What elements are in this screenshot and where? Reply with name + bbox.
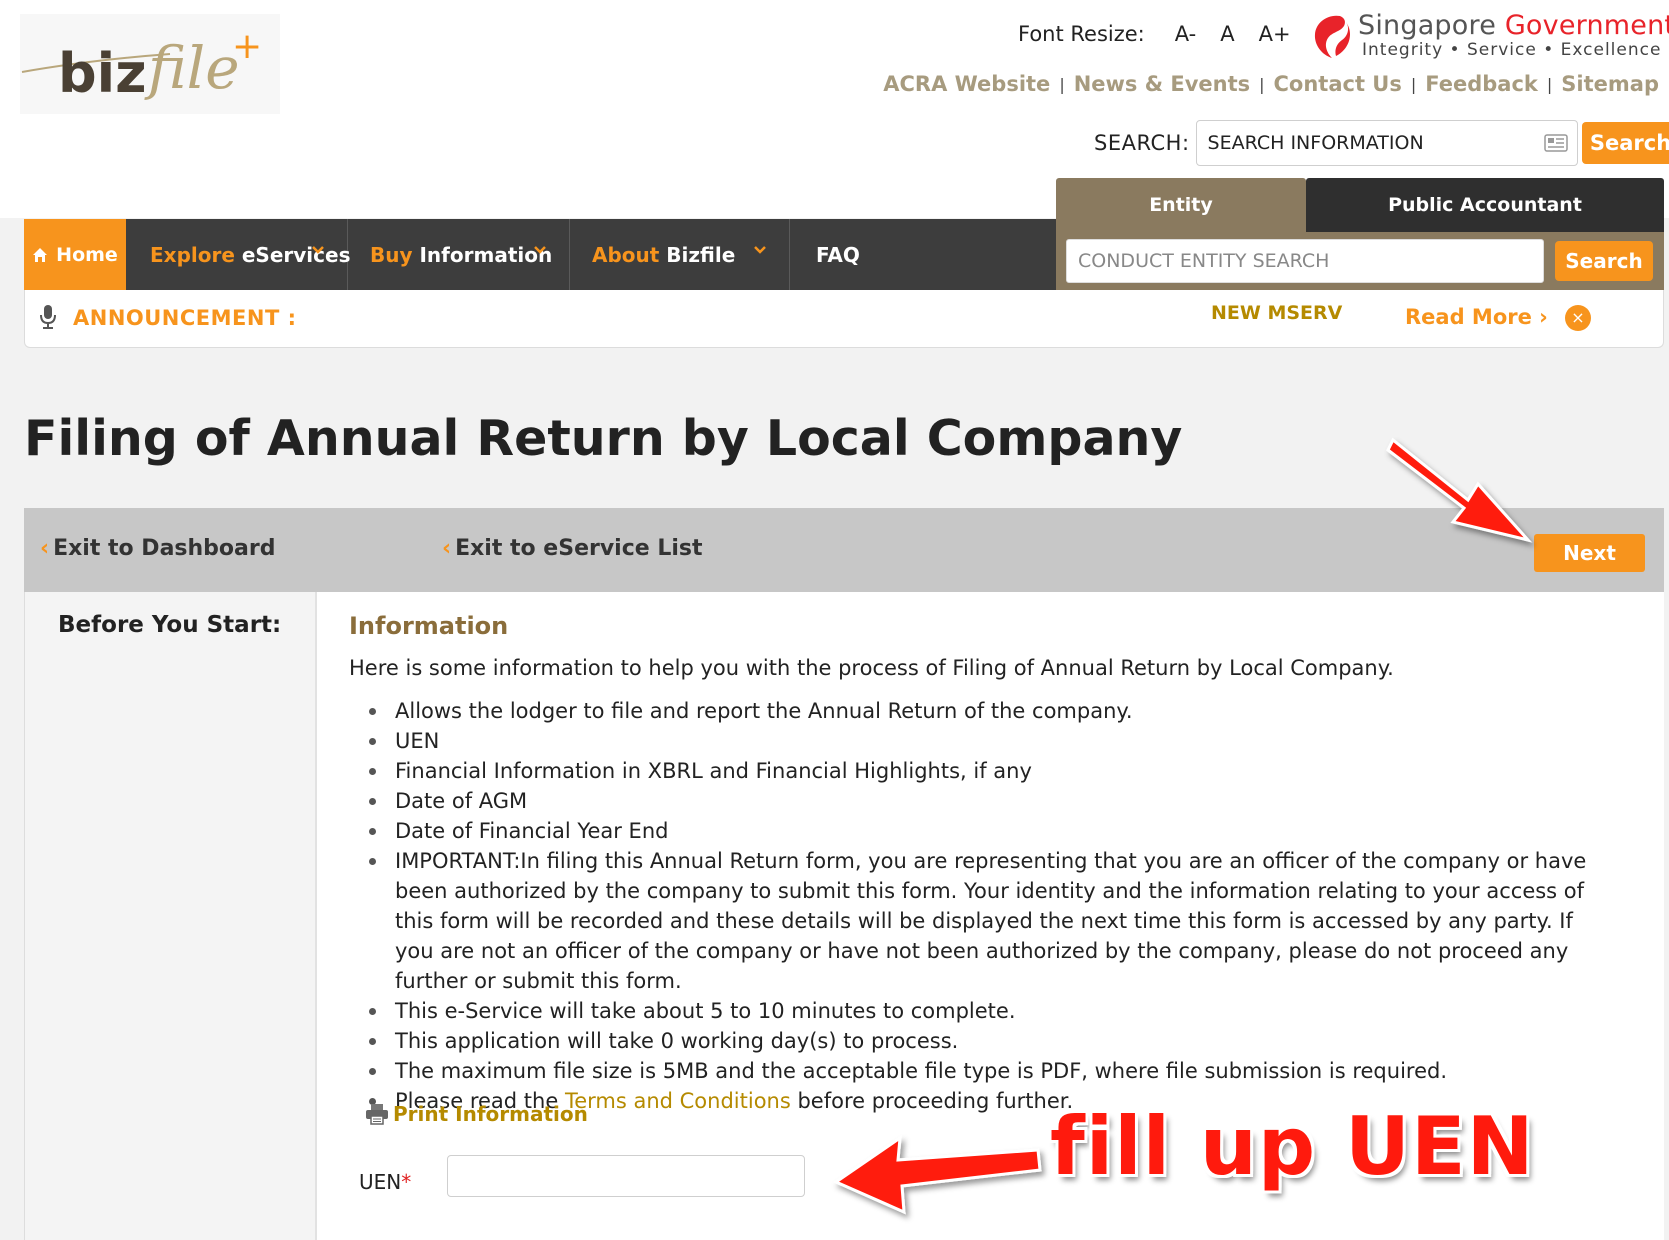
microphone-icon bbox=[40, 305, 56, 329]
uen-label: UEN* bbox=[359, 1170, 411, 1194]
acra-website-link[interactable]: ACRA Website bbox=[883, 72, 1050, 96]
exit-dashboard-label: Exit to Dashboard bbox=[53, 536, 276, 561]
nav-explore-rest: eServices bbox=[234, 242, 351, 267]
sitemap-link[interactable]: Sitemap bbox=[1561, 72, 1659, 96]
chevron-left-icon: ‹ bbox=[40, 536, 50, 561]
nav-faq-label: FAQ bbox=[816, 242, 860, 267]
announcement-text: NEW MSERV bbox=[1211, 302, 1343, 324]
list-item: Financial Information in XBRL and Financ… bbox=[369, 756, 1590, 786]
sidebar-title: Before You Start: bbox=[58, 612, 282, 638]
nav-buy-rest: Information bbox=[412, 242, 553, 267]
home-icon bbox=[33, 247, 48, 262]
font-normal-button[interactable]: A bbox=[1220, 22, 1234, 46]
info-list: Allows the lodger to file and report the… bbox=[369, 696, 1590, 1116]
bizfile-logo[interactable]: biz file + bbox=[20, 14, 280, 114]
chevron-down-icon bbox=[753, 245, 767, 255]
nav-faq[interactable]: FAQ bbox=[790, 219, 910, 290]
entity-search-button[interactable]: Search bbox=[1555, 241, 1653, 281]
svg-text:+: + bbox=[232, 26, 262, 67]
svg-text:biz: biz bbox=[58, 42, 147, 105]
nav-about-bizfile[interactable]: About Bizfile bbox=[570, 219, 790, 290]
top-links: ACRA Website | News & Events | Contact U… bbox=[883, 72, 1659, 96]
info-heading: Information bbox=[349, 612, 509, 640]
list-item: This application will take 0 working day… bbox=[369, 1026, 1590, 1056]
nav-about-rest: Bizfile bbox=[659, 242, 736, 267]
nav-home-label: Home bbox=[56, 243, 118, 266]
search-input-wrapper: SEARCH INFORMATION bbox=[1195, 120, 1578, 166]
nav-home[interactable]: Home bbox=[24, 219, 126, 290]
chevron-left-icon: ‹ bbox=[442, 536, 452, 561]
search-input[interactable]: SEARCH INFORMATION bbox=[1195, 120, 1578, 166]
entity-search-tabs: Entity Public Accountant bbox=[1056, 178, 1664, 232]
tab-entity[interactable]: Entity bbox=[1056, 178, 1306, 232]
chevron-down-icon bbox=[533, 245, 547, 255]
nav-buy-information[interactable]: Buy Information bbox=[348, 219, 570, 290]
chevron-down-icon bbox=[311, 245, 325, 255]
terms-after: before proceeding further. bbox=[790, 1089, 1074, 1113]
list-item: Date of AGM bbox=[369, 786, 1590, 816]
link-separator: | bbox=[1059, 74, 1065, 94]
list-item: Allows the lodger to file and report the… bbox=[369, 696, 1590, 726]
font-resize-label: Font Resize: bbox=[1018, 22, 1145, 46]
lion-head-icon bbox=[1314, 15, 1350, 59]
close-announcement-icon[interactable]: × bbox=[1565, 305, 1591, 331]
svg-text:file: file bbox=[144, 34, 240, 102]
list-item: IMPORTANT:In filing this Annual Return f… bbox=[369, 846, 1590, 996]
read-more-link[interactable]: Read More › bbox=[1405, 305, 1548, 329]
sg-gov-tagline: Integrity • Service • Excellence bbox=[1362, 40, 1662, 60]
main-nav: Home Explore eServices Buy Information A… bbox=[24, 219, 1056, 290]
next-button[interactable]: Next bbox=[1534, 534, 1645, 572]
search-label: SEARCH: bbox=[1094, 131, 1190, 155]
fill-up-uen-annotation: fill up UEN bbox=[1050, 1100, 1535, 1193]
nav-about-orange: About bbox=[592, 242, 660, 267]
font-increase-button[interactable]: A+ bbox=[1259, 22, 1291, 46]
site-search-button[interactable]: Search bbox=[1581, 122, 1669, 164]
required-marker: * bbox=[401, 1170, 412, 1194]
feedback-link[interactable]: Feedback bbox=[1425, 72, 1538, 96]
list-item: This e-Service will take about 5 to 10 m… bbox=[369, 996, 1590, 1026]
announcement-label: ANNOUNCEMENT : bbox=[73, 306, 297, 330]
uen-label-text: UEN bbox=[359, 1170, 402, 1194]
gov-word: Government bbox=[1504, 10, 1669, 41]
entity-search-bar: CONDUCT ENTITY SEARCH Search bbox=[1056, 232, 1664, 290]
printer-icon bbox=[366, 1104, 388, 1125]
keyboard-icon[interactable] bbox=[1543, 134, 1568, 152]
action-bar: ‹ Exit to Dashboard ‹ Exit to eService Lis… bbox=[24, 508, 1664, 592]
nav-explore-orange: Explore bbox=[150, 242, 235, 267]
link-separator: | bbox=[1410, 74, 1417, 94]
page-title: Filing of Annual Return by Local Company bbox=[24, 410, 1183, 467]
nav-explore-eservices[interactable]: Explore eServices bbox=[126, 219, 351, 290]
nav-buy-orange: Buy bbox=[370, 242, 413, 267]
terms-and-conditions-link[interactable]: Terms and Conditions bbox=[565, 1089, 791, 1113]
sg-gov-title: Singapore Government bbox=[1358, 10, 1669, 41]
exit-to-dashboard-link[interactable]: ‹ Exit to Dashboard bbox=[40, 536, 275, 561]
link-separator: | bbox=[1259, 74, 1265, 94]
entity-search-panel: Entity Public Accountant CONDUCT ENTITY … bbox=[1056, 178, 1664, 290]
link-separator: | bbox=[1546, 74, 1553, 94]
exit-list-label: Exit to eService List bbox=[455, 536, 703, 561]
contact-us-link[interactable]: Contact Us bbox=[1274, 72, 1402, 96]
news-events-link[interactable]: News & Events bbox=[1074, 72, 1250, 96]
list-item: UEN bbox=[369, 726, 1590, 756]
announcement-bar: ANNOUNCEMENT : NEW MSERV Read More › × bbox=[24, 290, 1664, 348]
list-item: Date of Financial Year End bbox=[369, 816, 1590, 846]
tab-public-accountant[interactable]: Public Accountant bbox=[1306, 178, 1664, 232]
sidebar: Before You Start: bbox=[25, 592, 317, 1240]
bizfile-logo-graphic: biz file + bbox=[21, 26, 262, 105]
uen-input[interactable] bbox=[447, 1155, 805, 1197]
sg-word: Singapore bbox=[1358, 10, 1497, 41]
list-item: The maximum file size is 5MB and the acc… bbox=[369, 1056, 1590, 1086]
print-information-label: Print Information bbox=[393, 1102, 588, 1126]
print-information-link[interactable]: Print Information bbox=[365, 1102, 588, 1126]
singapore-government-logo[interactable]: Singapore Government Integrity • Service… bbox=[1310, 10, 1669, 62]
site-search: SEARCH: SEARCH INFORMATION Search bbox=[1094, 120, 1669, 166]
font-decrease-button[interactable]: A- bbox=[1175, 22, 1196, 46]
info-intro: Here is some information to help you wit… bbox=[349, 656, 1394, 680]
font-resize: Font Resize: A- A A+ bbox=[1018, 22, 1315, 46]
exit-to-eservice-list-link[interactable]: ‹ Exit to eService List bbox=[442, 536, 703, 561]
entity-search-input[interactable]: CONDUCT ENTITY SEARCH bbox=[1066, 239, 1544, 283]
